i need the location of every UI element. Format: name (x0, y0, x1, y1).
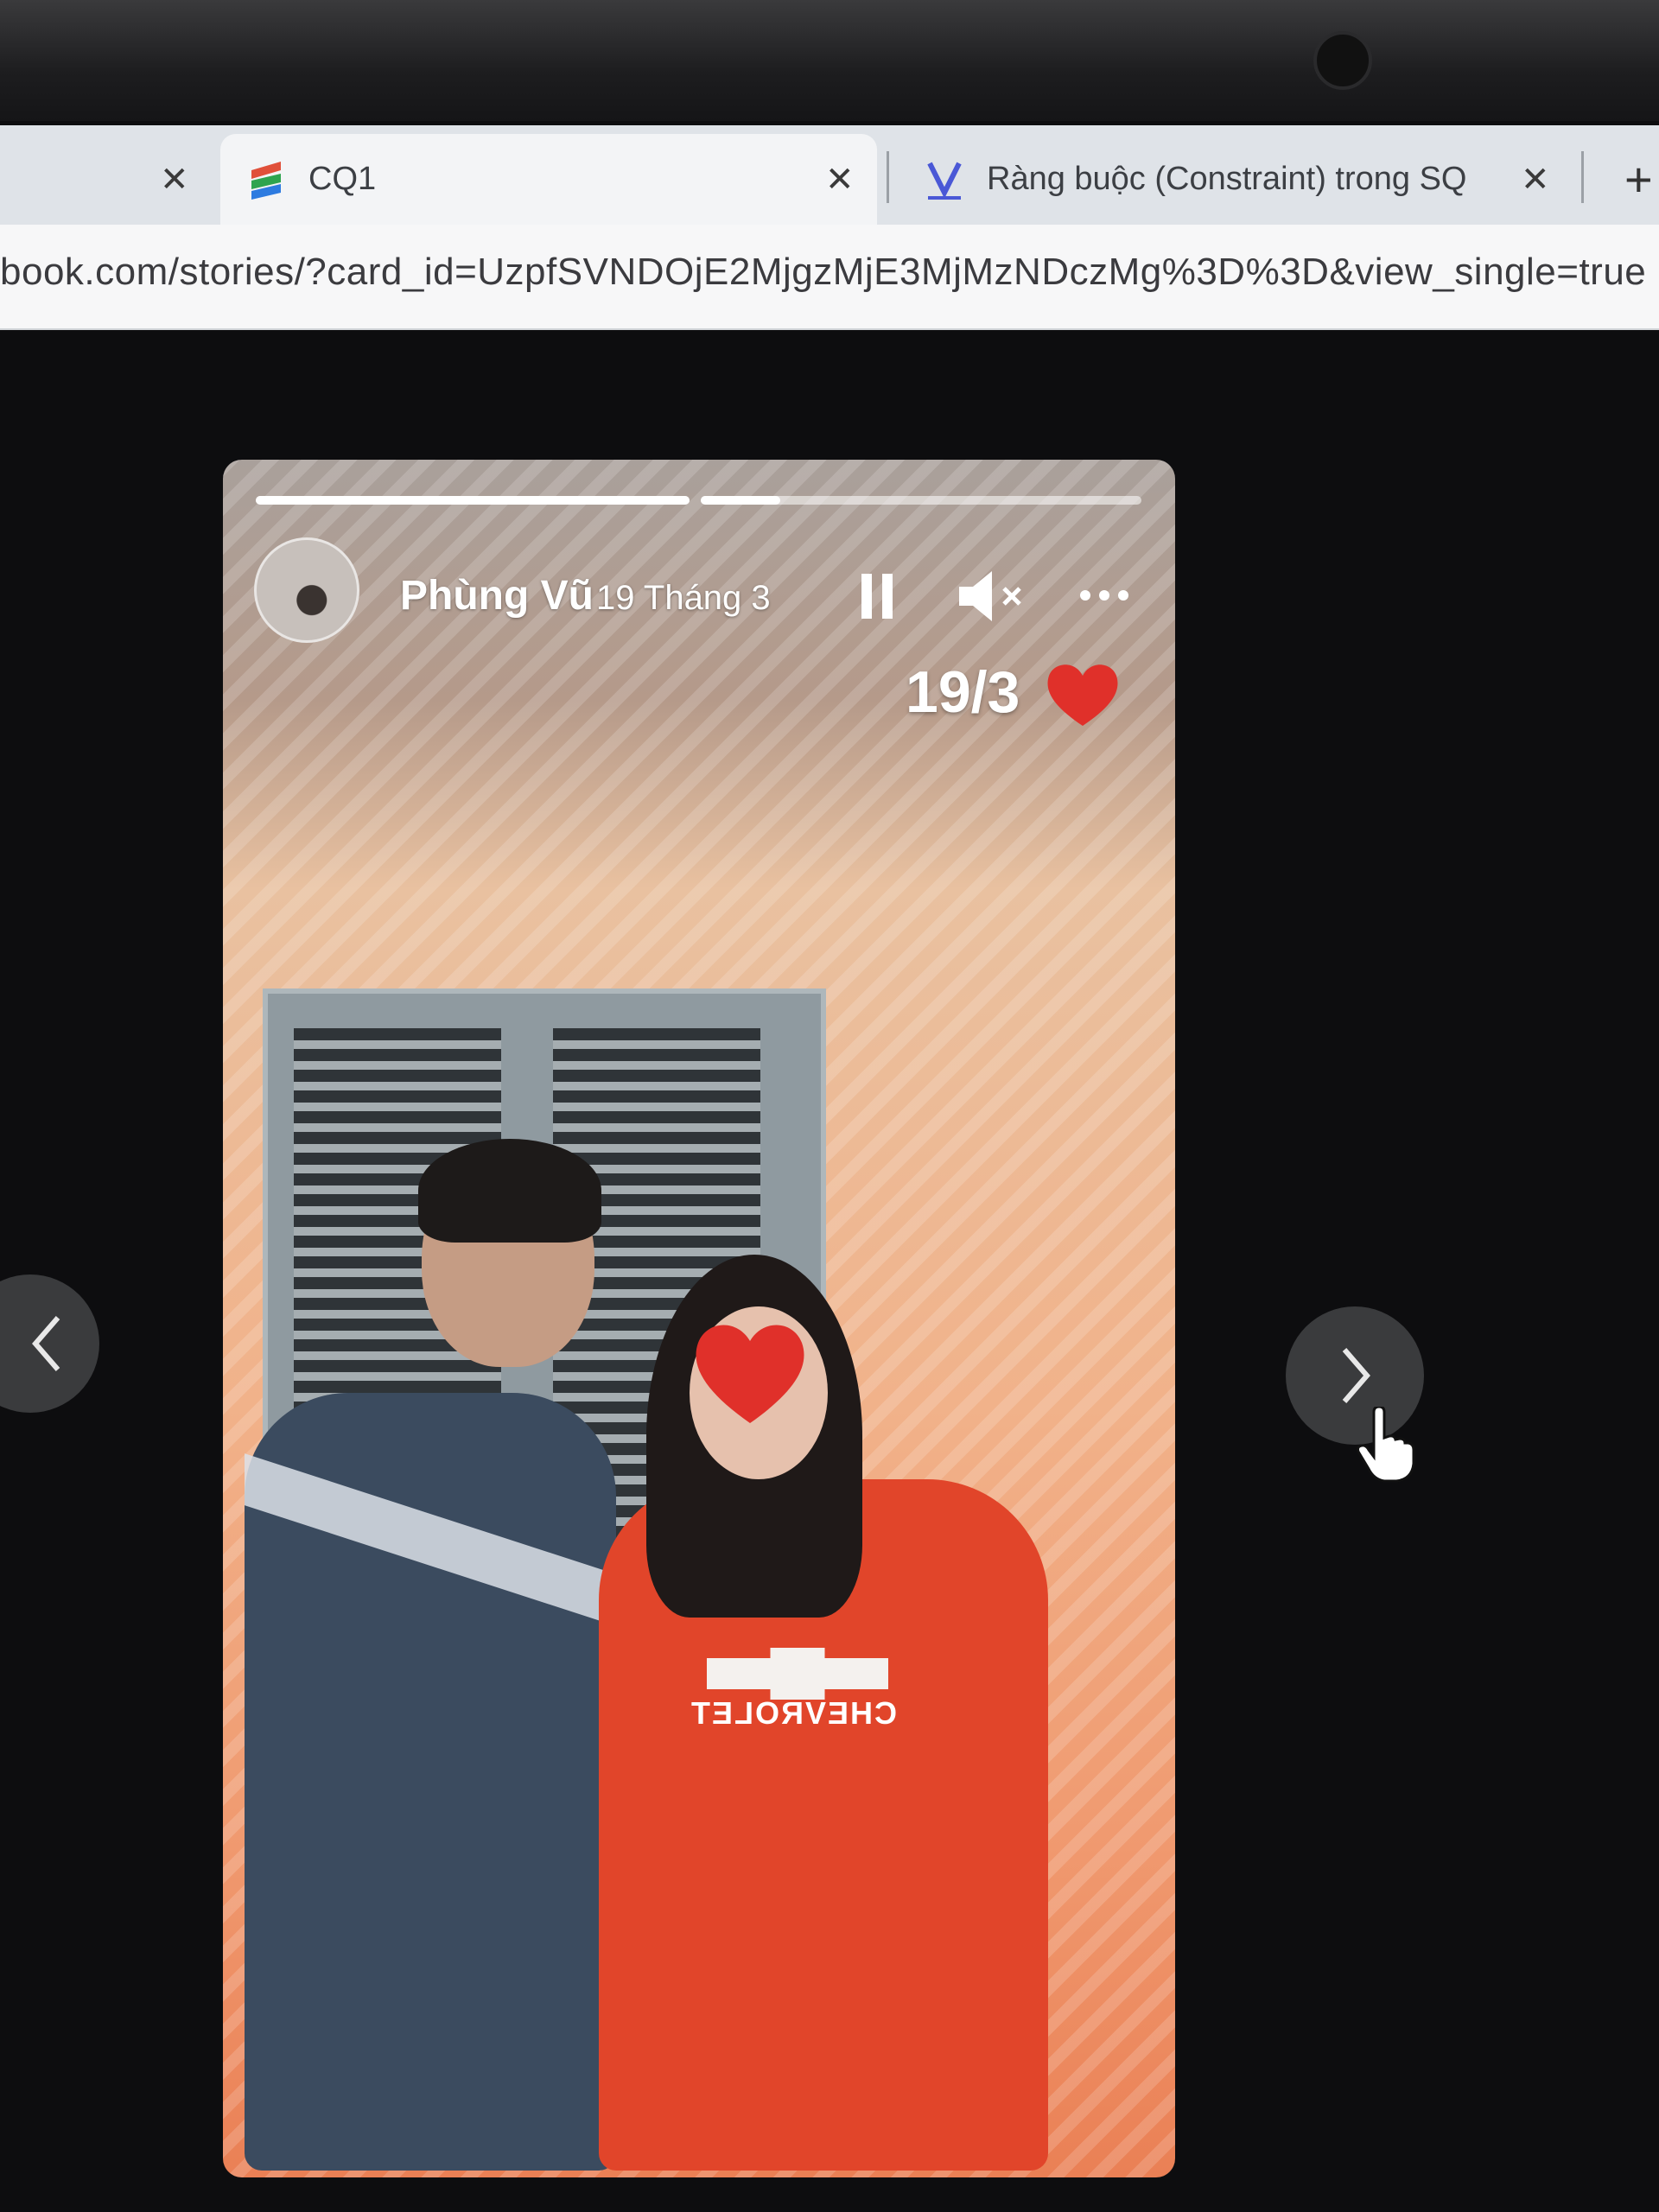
url-text[interactable]: book.com/stories/?card_id=UzpfSVNDOjE2Mj… (0, 251, 1646, 294)
address-bar[interactable]: book.com/stories/?card_id=UzpfSVNDOjE2Mj… (0, 225, 1659, 330)
heart-sticker-icon (1047, 664, 1118, 726)
webcam (1313, 31, 1372, 90)
story-time: 19 Tháng 3 (596, 579, 771, 617)
hand-cursor-icon (1357, 1407, 1415, 1483)
author-name[interactable]: Phùng Vũ (400, 572, 594, 620)
author-avatar[interactable] (254, 537, 359, 643)
new-tab-button[interactable]: + (1624, 151, 1653, 207)
tab-close-button[interactable]: ✕ (1521, 160, 1550, 200)
story-card[interactable]: CHEVROLET Phùng Vũ 19 Tháng 3 19/3 (223, 460, 1175, 2177)
tab-separator (1581, 151, 1584, 203)
tab-constraint-sql[interactable]: Ràng buộc (Constraint) trong SQ ✕ (899, 134, 1590, 225)
boy-hair (418, 1139, 601, 1243)
tab-close-button[interactable]: ✕ (825, 160, 855, 200)
tab-separator (887, 151, 889, 203)
tab-title: CQ1 (308, 161, 377, 197)
speaker-muted-icon[interactable] (956, 568, 1028, 625)
pause-icon[interactable] (858, 572, 896, 620)
progress-fill (256, 496, 690, 505)
browser-tab-strip: ✕ CQ1 ✕ Ràng buộc (Constraint) trong SQ … (0, 125, 1659, 225)
previous-story-button[interactable] (0, 1274, 99, 1413)
app-favicon-icon (251, 161, 281, 200)
tab-title: Ràng buộc (Constraint) trong SQ (987, 161, 1467, 197)
chevron-left-icon (32, 1316, 60, 1371)
chevron-right-icon (1342, 1348, 1370, 1403)
tab-previous[interactable]: ✕ (0, 134, 207, 225)
heart-emoji-icon (696, 1325, 804, 1423)
jersey-sponsor-text: CHEVROLET (690, 1695, 898, 1731)
progress-fill (701, 496, 780, 505)
story-progress-1 (256, 496, 690, 505)
more-options-icon[interactable] (1078, 588, 1130, 603)
story-progress-2 (701, 496, 1141, 505)
v-favicon-icon (927, 162, 962, 200)
date-sticker: 19/3 (906, 659, 1020, 725)
tab-close-button[interactable]: ✕ (160, 160, 189, 200)
laptop-bezel (0, 0, 1659, 121)
tab-cq1[interactable]: CQ1 ✕ (220, 134, 877, 225)
